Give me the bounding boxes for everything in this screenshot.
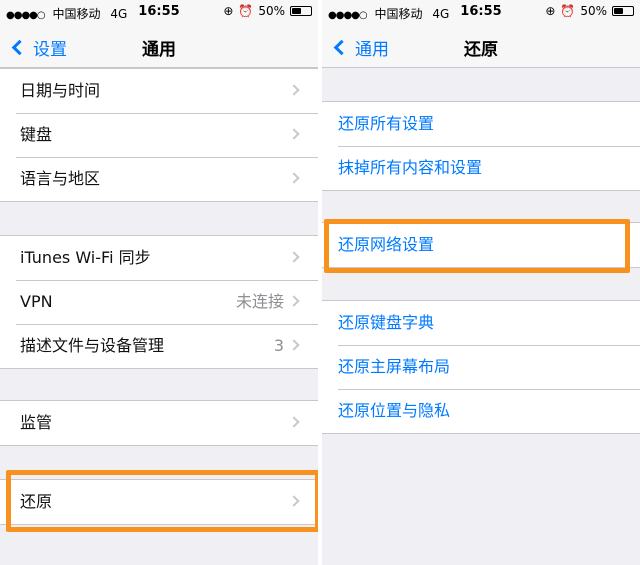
back-button-label: 设置 bbox=[33, 40, 67, 60]
cell-label: VPN bbox=[20, 292, 53, 311]
cell-label: iTunes Wi-Fi 同步 bbox=[20, 248, 151, 267]
cell-language-region[interactable]: 语言与地区 bbox=[0, 157, 318, 201]
chevron-right-icon bbox=[288, 128, 300, 140]
chevron-left-icon bbox=[11, 39, 28, 56]
battery-icon bbox=[612, 6, 634, 16]
back-button-label: 通用 bbox=[355, 40, 389, 60]
reset-group-1: 还原所有设置 抹掉所有内容和设置 bbox=[322, 101, 640, 191]
cell-supervision[interactable]: 监管 bbox=[0, 401, 318, 445]
cell-label: 日期与时间 bbox=[20, 81, 101, 100]
erase-all-content-button[interactable]: 抹掉所有内容和设置 bbox=[322, 146, 640, 190]
chevron-left-icon bbox=[333, 39, 350, 56]
alarm-icon: ⏰ bbox=[560, 4, 576, 18]
chevron-right-icon bbox=[288, 495, 300, 507]
chevron-right-icon bbox=[288, 339, 300, 351]
cell-label: 还原位置与隐私 bbox=[338, 401, 451, 420]
cell-label: 描述文件与设备管理 bbox=[20, 336, 165, 355]
cell-label: 还原网络设置 bbox=[338, 235, 435, 254]
reset-keyboard-dictionary-button[interactable]: 还原键盘字典 bbox=[322, 301, 640, 345]
battery-fill bbox=[614, 8, 623, 14]
reset-location-privacy-button[interactable]: 还原位置与隐私 bbox=[322, 389, 640, 433]
battery-icon bbox=[290, 6, 312, 16]
cell-label: 语言与地区 bbox=[20, 169, 101, 188]
profiles-count: 3 bbox=[273, 336, 284, 355]
battery-fill bbox=[292, 8, 301, 14]
cell-date-time[interactable]: 日期与时间 bbox=[0, 69, 318, 113]
status-right: ⊕ ⏰ 50% bbox=[223, 4, 312, 18]
battery-percent: 50% bbox=[580, 4, 607, 18]
back-button-settings[interactable]: 设置 bbox=[10, 35, 67, 60]
reset-all-settings-button[interactable]: 还原所有设置 bbox=[322, 102, 640, 146]
cell-label: 抹掉所有内容和设置 bbox=[338, 158, 483, 177]
cell-profiles-device-management[interactable]: 描述文件与设备管理 3 bbox=[0, 324, 318, 368]
general-settings-screen: ●●●●○ 中国移动 4G 16:55 ⊕ ⏰ 50% 设置 通用 日期与时间 … bbox=[0, 0, 318, 565]
status-bar: ●●●●○ 中国移动 4G 16:55 ⊕ ⏰ 50% bbox=[322, 0, 640, 24]
status-right: ⊕ ⏰ 50% bbox=[545, 4, 634, 18]
chevron-right-icon bbox=[288, 295, 300, 307]
status-bar: ●●●●○ 中国移动 4G 16:55 ⊕ ⏰ 50% bbox=[0, 0, 318, 24]
cell-keyboard[interactable]: 键盘 bbox=[0, 113, 318, 157]
vpn-status-value: 未连接 bbox=[235, 292, 284, 311]
battery-percent: 50% bbox=[258, 4, 285, 18]
navigation-bar: 设置 通用 bbox=[0, 24, 318, 68]
reset-home-screen-layout-button[interactable]: 还原主屏幕布局 bbox=[322, 345, 640, 389]
alarm-icon: ⏰ bbox=[238, 4, 254, 18]
cell-label: 监管 bbox=[20, 413, 53, 432]
cell-label: 键盘 bbox=[20, 125, 53, 144]
reset-screen: ●●●●○ 中国移动 4G 16:55 ⊕ ⏰ 50% 通用 还原 还原所有设置… bbox=[322, 0, 640, 565]
orientation-lock-icon: ⊕ bbox=[545, 4, 556, 18]
cell-label: 还原键盘字典 bbox=[338, 313, 435, 332]
cell-label: 还原 bbox=[20, 492, 53, 511]
cell-reset[interactable]: 还原 bbox=[0, 480, 318, 524]
back-button-general[interactable]: 通用 bbox=[332, 35, 389, 60]
settings-group-3: 监管 bbox=[0, 400, 318, 446]
cell-label: 还原所有设置 bbox=[338, 114, 435, 133]
chevron-right-icon bbox=[288, 251, 300, 263]
cell-itunes-wifi-sync[interactable]: iTunes Wi-Fi 同步 bbox=[0, 236, 318, 280]
chevron-right-icon bbox=[288, 416, 300, 428]
settings-group-2: iTunes Wi-Fi 同步 VPN 未连接 描述文件与设备管理 3 bbox=[0, 235, 318, 369]
settings-group-1: 日期与时间 键盘 语言与地区 bbox=[0, 68, 318, 202]
chevron-right-icon bbox=[288, 84, 300, 96]
settings-group-4: 还原 bbox=[0, 479, 318, 525]
cell-label: 还原主屏幕布局 bbox=[338, 357, 451, 376]
reset-group-2: 还原网络设置 bbox=[322, 222, 640, 268]
cell-vpn[interactable]: VPN 未连接 bbox=[0, 280, 318, 324]
reset-group-3: 还原键盘字典 还原主屏幕布局 还原位置与隐私 bbox=[322, 300, 640, 434]
navigation-bar: 通用 还原 bbox=[322, 24, 640, 68]
orientation-lock-icon: ⊕ bbox=[223, 4, 234, 18]
chevron-right-icon bbox=[288, 172, 300, 184]
reset-network-settings-button[interactable]: 还原网络设置 bbox=[322, 223, 640, 267]
